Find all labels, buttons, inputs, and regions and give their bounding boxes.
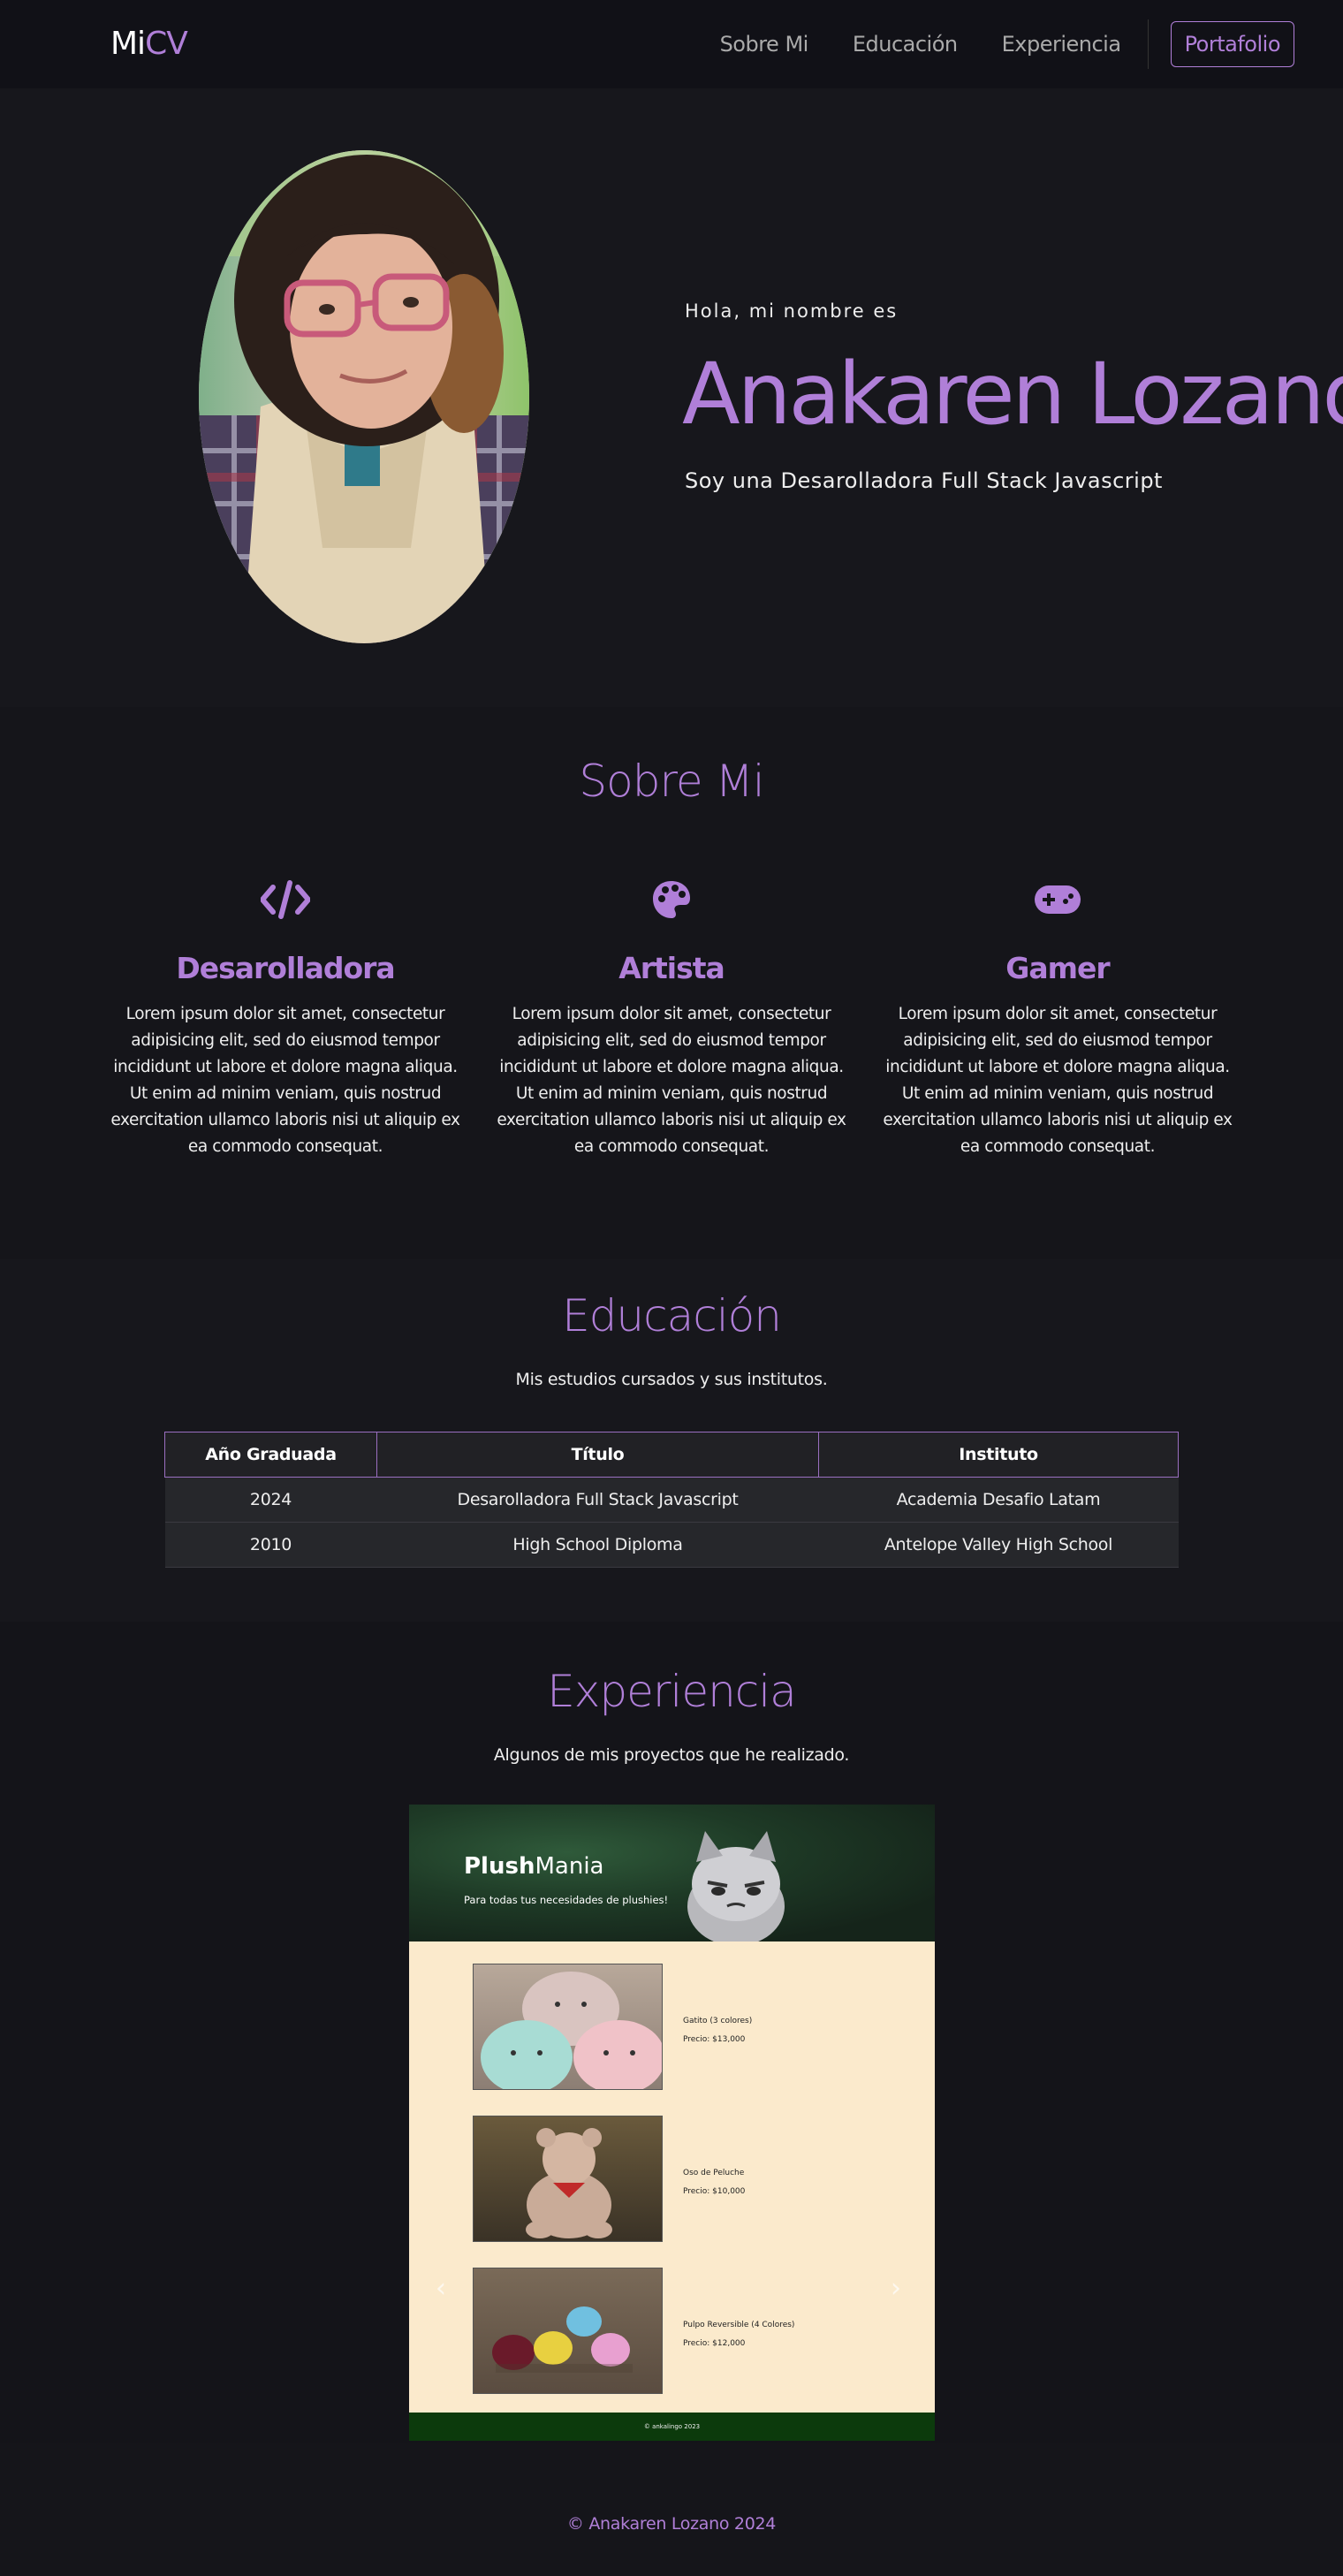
product-price: Precio: $10,000 [683, 2187, 746, 2196]
site-logo[interactable]: MiCV [110, 25, 188, 64]
feature-text: Lorem ipsum dolor sit amet, consectetur … [497, 1005, 846, 1156]
educacion-title: Educación [562, 1290, 782, 1341]
table-cell: Desarolladora Full Stack Javascript [376, 1477, 819, 1523]
table-header: Título [376, 1432, 819, 1478]
feature-artista: Artista Lorem ipsum dolor sit amet, cons… [495, 875, 848, 1160]
cat-plush-image [687, 1831, 785, 1941]
project-footer: © ankalingo 2023 [409, 2413, 935, 2441]
feature-title: Desarolladora [176, 951, 395, 985]
nav-link-educacion[interactable]: Educación [853, 21, 958, 67]
carousel-next-icon[interactable]: › [891, 2273, 901, 2304]
product-name: Pulpo Reversible (4 Colores) [683, 2321, 795, 2329]
hero-subtitle: Soy una Desarolladora Full Stack Javascr… [685, 468, 1163, 493]
product-price: Precio: $13,000 [683, 2035, 746, 2044]
table-cell: Academia Desafio Latam [818, 1477, 1179, 1523]
experiencia-title: Experiencia [547, 1666, 797, 1717]
product-image-pulpo [473, 2268, 663, 2394]
nav-links: Sobre Mi Educación Experiencia Portafoli… [676, 19, 1294, 69]
gamepad-icon [881, 875, 1234, 924]
nav-divider [1147, 19, 1149, 69]
experiencia-section: Experiencia Algunos de mis proyectos que… [0, 1622, 1343, 2443]
project-brand: PlushMania [464, 1853, 604, 1880]
profile-photo [199, 150, 529, 643]
table-header: Año Graduada [164, 1432, 377, 1478]
feature-gamer: Gamer Lorem ipsum dolor sit amet, consec… [881, 875, 1234, 1160]
hero-name: Anakaren Lozano [682, 345, 1343, 444]
sobre-mi-title: Sobre Mi [579, 756, 764, 807]
code-icon [109, 875, 462, 924]
table-cell: Antelope Valley High School [818, 1522, 1179, 1568]
carousel-prev-icon[interactable]: ‹ [436, 2273, 446, 2304]
portafolio-button[interactable]: Portafolio [1170, 21, 1294, 67]
table-row: 2010 High School Diploma Antelope Valley… [164, 1522, 1179, 1568]
table-row: 2024 Desarolladora Full Stack Javascript… [164, 1477, 1179, 1523]
educacion-section: Educación Mis estudios cursados y sus in… [0, 1259, 1343, 1622]
page-footer: © Anakaren Lozano 2024 [0, 2443, 1343, 2576]
project-screenshot[interactable]: PlushMania Para todas tus necesidades de… [409, 1805, 935, 2441]
palette-icon [495, 875, 848, 924]
feature-desarolladora: Desarolladora Lorem ipsum dolor sit amet… [109, 875, 462, 1160]
table-cell: High School Diploma [376, 1522, 819, 1568]
experiencia-subtitle: Algunos de mis proyectos que he realizad… [493, 1745, 850, 1765]
table-header: Instituto [818, 1432, 1179, 1478]
project-banner: PlushMania Para todas tus necesidades de… [409, 1805, 935, 1941]
top-navbar: MiCV Sobre Mi Educación Experiencia Port… [0, 0, 1343, 88]
product-image-oso [473, 2116, 663, 2242]
feature-text: Lorem ipsum dolor sit amet, consectetur … [883, 1005, 1233, 1156]
product-name: Gatito (3 colores) [683, 2017, 753, 2025]
sobre-mi-section: Sobre Mi Desarolladora Lorem ipsum dolor… [0, 707, 1343, 1259]
feature-text: Lorem ipsum dolor sit amet, consectetur … [110, 1005, 460, 1156]
feature-title: Gamer [1005, 951, 1110, 985]
education-table: Año Graduada Título Instituto 2024 Desar… [164, 1432, 1179, 1568]
hero-greeting: Hola, mi nombre es [685, 300, 899, 322]
table-cell: 2010 [164, 1522, 377, 1568]
hero-section: Hola, mi nombre es Anakaren Lozano Soy u… [0, 88, 1343, 707]
educacion-subtitle: Mis estudios cursados y sus institutos. [515, 1370, 828, 1389]
product-price: Precio: $12,000 [683, 2339, 746, 2348]
table-header-row: Año Graduada Título Instituto [164, 1432, 1179, 1478]
nav-link-experiencia[interactable]: Experiencia [1002, 21, 1121, 67]
project-tagline: Para todas tus necesidades de plushies! [464, 1894, 669, 1906]
product-name: Oso de Peluche [683, 2169, 745, 2177]
product-image-gatito [473, 1964, 663, 2090]
copyright-text: © Anakaren Lozano 2024 [566, 2514, 777, 2534]
table-cell: 2024 [164, 1477, 377, 1523]
feature-title: Artista [618, 951, 725, 985]
nav-link-sobre-mi[interactable]: Sobre Mi [720, 21, 809, 67]
